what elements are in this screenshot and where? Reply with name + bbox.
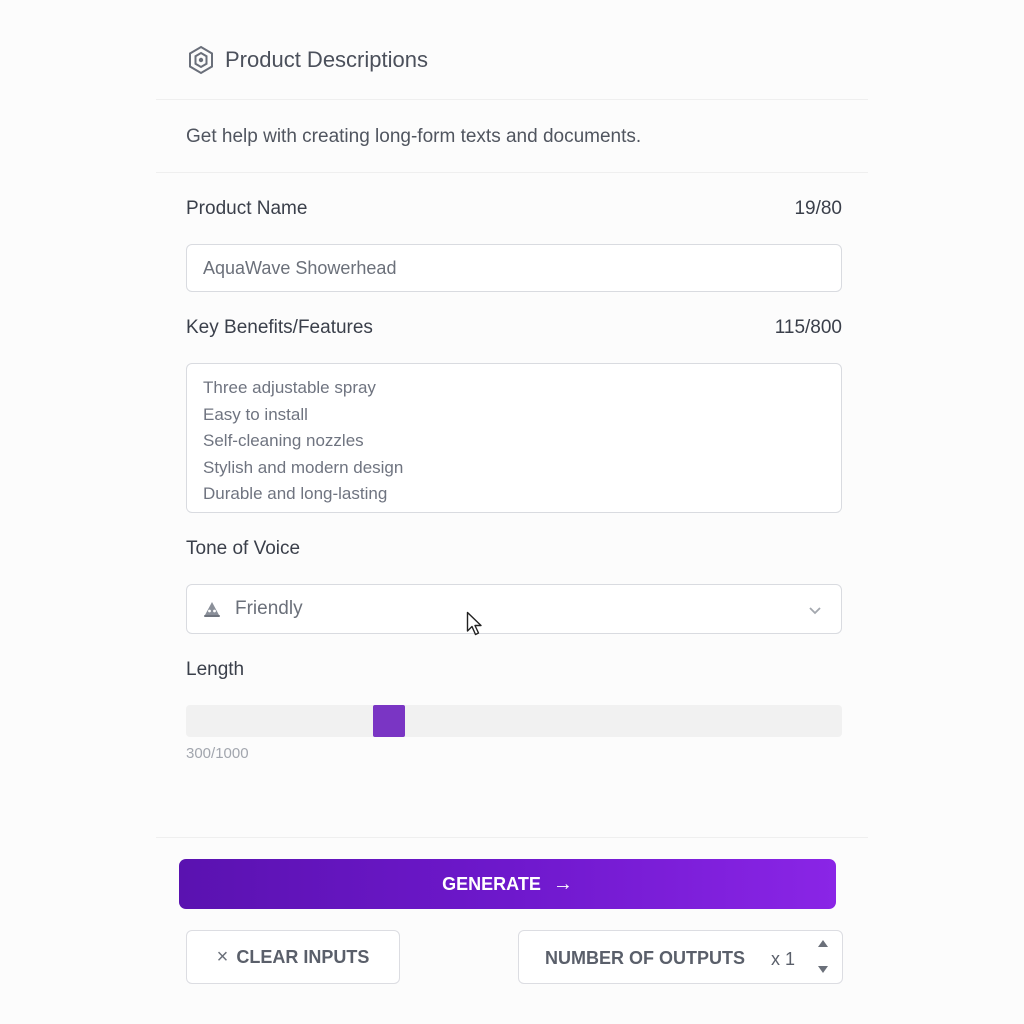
- description-row: Get help with creating long-form texts a…: [156, 101, 868, 173]
- mouse-cursor-icon: [466, 611, 482, 636]
- product-descriptions-panel: Product Descriptions Get help with creat…: [156, 0, 868, 1024]
- benefits-counter: 115/800: [774, 317, 842, 338]
- tone-select[interactable]: Friendly: [186, 584, 842, 634]
- arrow-right-icon: →: [552, 872, 573, 895]
- length-value: 300/1000: [186, 745, 249, 762]
- number-of-outputs-stepper[interactable]: NUMBER OF OUTPUTS x 1: [518, 930, 843, 984]
- product-name-label: Product Name: [186, 198, 308, 219]
- close-icon: ×: [216, 945, 229, 968]
- product-name-counter: 19/80: [794, 198, 842, 219]
- length-slider[interactable]: [186, 705, 842, 737]
- benefit-line: Easy to install: [203, 404, 308, 424]
- benefit-line: Three adjustable spray: [203, 378, 376, 397]
- tone-selected-value: Friendly: [235, 598, 303, 619]
- benefit-line: Self-cleaning nozzles: [203, 431, 364, 450]
- hexagon-logo-icon: [189, 45, 213, 75]
- outputs-value: x 1: [771, 949, 796, 969]
- product-name-input[interactable]: AquaWave Showerhead: [186, 244, 842, 292]
- clear-inputs-label: CLEAR INPUTS: [236, 946, 370, 967]
- benefit-line: Stylish and modern design: [203, 457, 404, 477]
- friendly-emoji-icon: [204, 602, 220, 617]
- generate-button[interactable]: GENERATE →: [179, 859, 836, 909]
- clear-inputs-button[interactable]: × CLEAR INPUTS: [186, 930, 400, 984]
- length-label: Length: [186, 659, 245, 680]
- length-slider-thumb[interactable]: [373, 705, 405, 737]
- page-title: Product Descriptions: [225, 47, 428, 72]
- outputs-label: NUMBER OF OUTPUTS: [545, 948, 745, 968]
- benefits-textarea[interactable]: Three adjustable spray Easy to install S…: [186, 363, 842, 513]
- decrement-arrow-icon[interactable]: [817, 964, 829, 974]
- divider: [156, 837, 868, 838]
- benefit-line: Durable and long-lasting: [203, 484, 388, 503]
- chevron-down-icon: [809, 607, 821, 615]
- increment-arrow-icon[interactable]: [817, 939, 829, 949]
- benefits-label: Key Benefits/Features: [186, 317, 373, 338]
- tone-label: Tone of Voice: [186, 538, 301, 559]
- generate-label: GENERATE: [442, 873, 541, 894]
- page-description: Get help with creating long-form texts a…: [186, 126, 642, 147]
- header: Product Descriptions: [156, 0, 868, 100]
